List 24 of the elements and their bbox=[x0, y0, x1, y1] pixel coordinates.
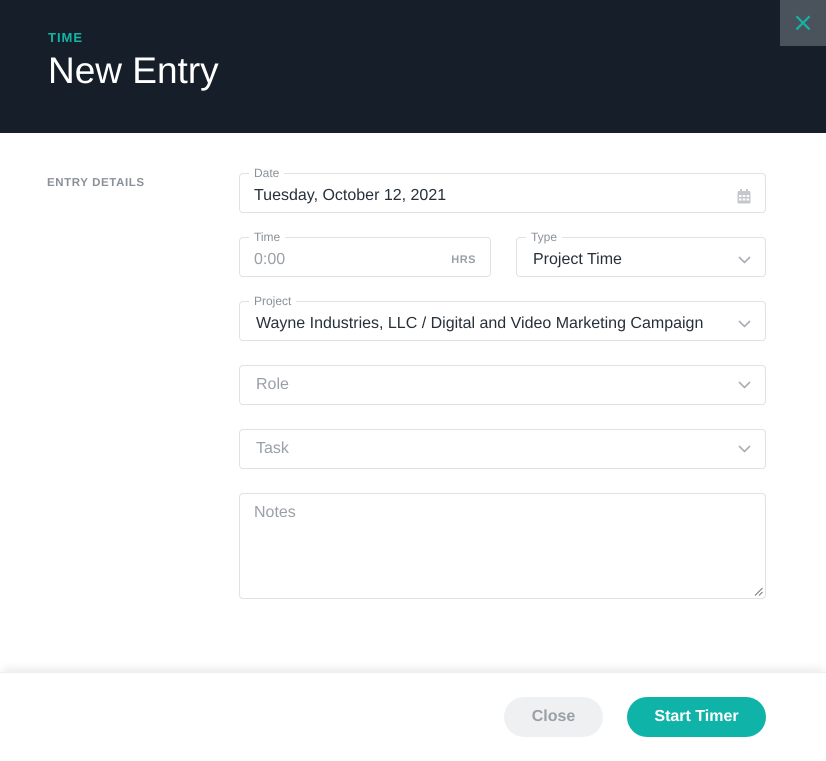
close-button[interactable]: × bbox=[780, 0, 826, 46]
field-label: Project bbox=[253, 294, 292, 308]
unit-label: HRS bbox=[451, 254, 476, 266]
resize-handle-icon bbox=[754, 587, 763, 596]
chevron-down-icon bbox=[738, 256, 751, 264]
dropdown-field[interactable]: Task bbox=[239, 429, 766, 469]
time-field[interactable]: Time 0:00 HRS bbox=[239, 230, 491, 277]
dropdown-field[interactable]: Type Project Time bbox=[516, 230, 766, 277]
section-label: ENTRY DETAILS bbox=[46, 176, 146, 191]
field-label: Date bbox=[253, 166, 280, 180]
field-label: Type bbox=[530, 230, 558, 244]
field-label: Time bbox=[253, 230, 282, 244]
section-eyebrow: TIME bbox=[48, 30, 84, 45]
start-timer-button[interactable]: Start Timer bbox=[627, 697, 766, 737]
date-field[interactable]: Date Tuesday, October 12, 2021 bbox=[239, 166, 766, 213]
chevron-down-icon bbox=[738, 381, 751, 389]
notes-field[interactable]: Notes bbox=[239, 493, 766, 599]
dialog-title: New Entry bbox=[48, 50, 219, 92]
close-button[interactable]: Close bbox=[504, 697, 603, 737]
dropdown-field[interactable]: Project Wayne Industries, LLC / Digital and Video Marketing Campaign bbox=[239, 294, 766, 341]
dropdown-field[interactable]: Role bbox=[239, 365, 766, 405]
calendar-icon bbox=[737, 188, 751, 204]
chevron-down-icon bbox=[738, 445, 751, 453]
chevron-down-icon bbox=[738, 320, 751, 328]
